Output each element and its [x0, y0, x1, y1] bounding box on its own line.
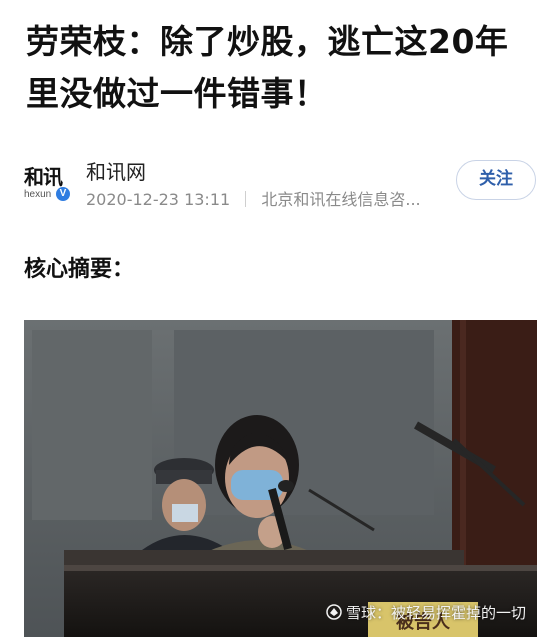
watermark-text: 雪球：被轻易挥霍掉的一切 — [346, 604, 527, 622]
verified-badge-icon: V — [56, 187, 70, 201]
source-logo[interactable]: 和讯 hexun V — [24, 157, 74, 207]
source-logo-text: 和讯 — [24, 165, 63, 189]
courtroom-photo: 被告人 — [24, 320, 537, 637]
snowball-logo-icon — [326, 604, 342, 620]
article-photo[interactable]: 被告人 — [24, 320, 537, 637]
article-meta: 2020-12-23 13:11 北京和讯在线信息咨... — [86, 186, 421, 210]
publisher-name: 北京和讯在线信息咨... — [261, 190, 421, 209]
follow-button[interactable]: 关注 — [456, 160, 536, 200]
source-logo-subtext: hexun — [24, 189, 52, 200]
article-title: 劳荣枝：除了炒股，逃亡这20年里没做过一件错事！ — [26, 22, 509, 113]
section-heading: 核心摘要： — [24, 257, 135, 282]
publish-datetime: 2020-12-23 13:11 — [86, 190, 231, 209]
watermark: 雪球：被轻易挥霍掉的一切 — [326, 602, 526, 623]
source-name[interactable]: 和讯网 — [86, 156, 146, 185]
meta-divider — [245, 191, 247, 207]
